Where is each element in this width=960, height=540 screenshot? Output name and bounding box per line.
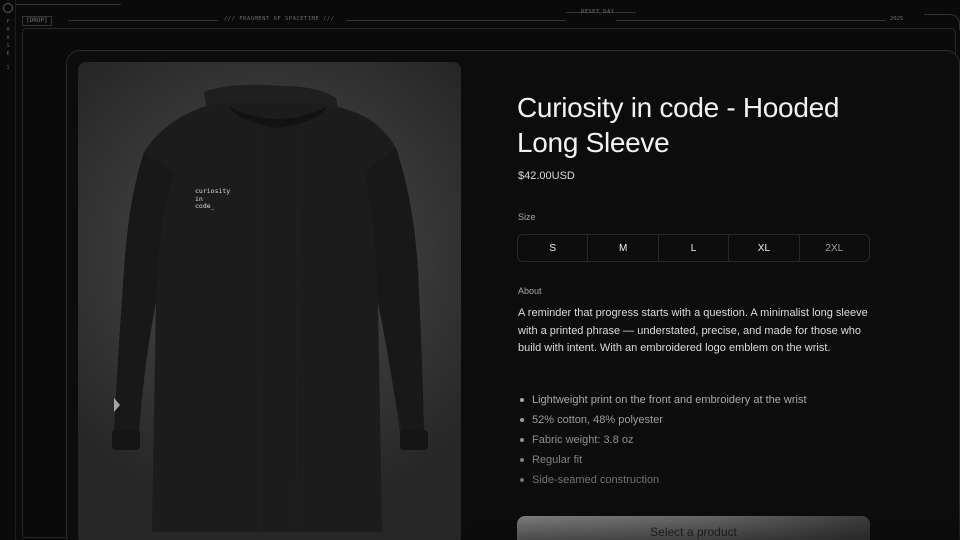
drop-tag: [DROP]	[22, 16, 52, 26]
size-option-2xl[interactable]: 2XL	[800, 235, 869, 261]
size-label: Size	[518, 212, 536, 222]
product-image: curiosity in code_	[78, 62, 461, 540]
select-product-button[interactable]: Select a product	[517, 516, 870, 540]
size-option-m[interactable]: M	[588, 235, 659, 261]
phase-letter: S	[6, 43, 10, 49]
size-option-xl[interactable]: XL	[729, 235, 800, 261]
divider	[616, 20, 886, 21]
list-item: Lightweight print on the front and embro…	[518, 390, 868, 410]
size-selector: S M L XL 2XL	[517, 234, 870, 262]
size-option-s[interactable]: S	[518, 235, 589, 261]
divider	[346, 20, 566, 21]
phase-indicator: P H A S E 1	[0, 18, 16, 72]
left-rail: P H A S E 1	[0, 0, 16, 540]
phase-letter: P	[6, 19, 10, 25]
list-item: Side-seamed construction	[518, 470, 868, 490]
hoodie-illustration	[112, 84, 428, 533]
print-text: curiosity in code_	[195, 187, 231, 210]
year-tag: 2025	[890, 16, 904, 22]
top-bar: [DROP] /// FRAGMENT OF SPACETIME /// RES…	[16, 0, 960, 30]
product-title: Curiosity in code - Hooded Long Sleeve	[517, 92, 840, 158]
size-option-l[interactable]: L	[659, 235, 730, 261]
product-price: $42.00USD	[518, 170, 575, 182]
about-label: About	[518, 286, 542, 296]
fragment-tag: /// FRAGMENT OF SPACETIME ///	[224, 16, 335, 22]
phase-letter: A	[6, 35, 10, 41]
reset-tag: RESET_DAY	[581, 9, 615, 15]
about-text: A reminder that progress starts with a q…	[518, 307, 868, 354]
circle-icon	[3, 3, 13, 13]
phase-letter: E	[6, 51, 10, 57]
list-item: Regular fit	[518, 450, 868, 470]
list-item: 52% cotton, 48% polyester	[518, 410, 868, 430]
divider	[16, 4, 121, 5]
divider	[68, 20, 218, 21]
features-list: Lightweight print on the front and embro…	[518, 390, 868, 490]
list-item: Fabric weight: 3.8 oz	[518, 430, 868, 450]
phase-number: 1	[6, 65, 10, 71]
phase-letter: H	[6, 27, 10, 33]
